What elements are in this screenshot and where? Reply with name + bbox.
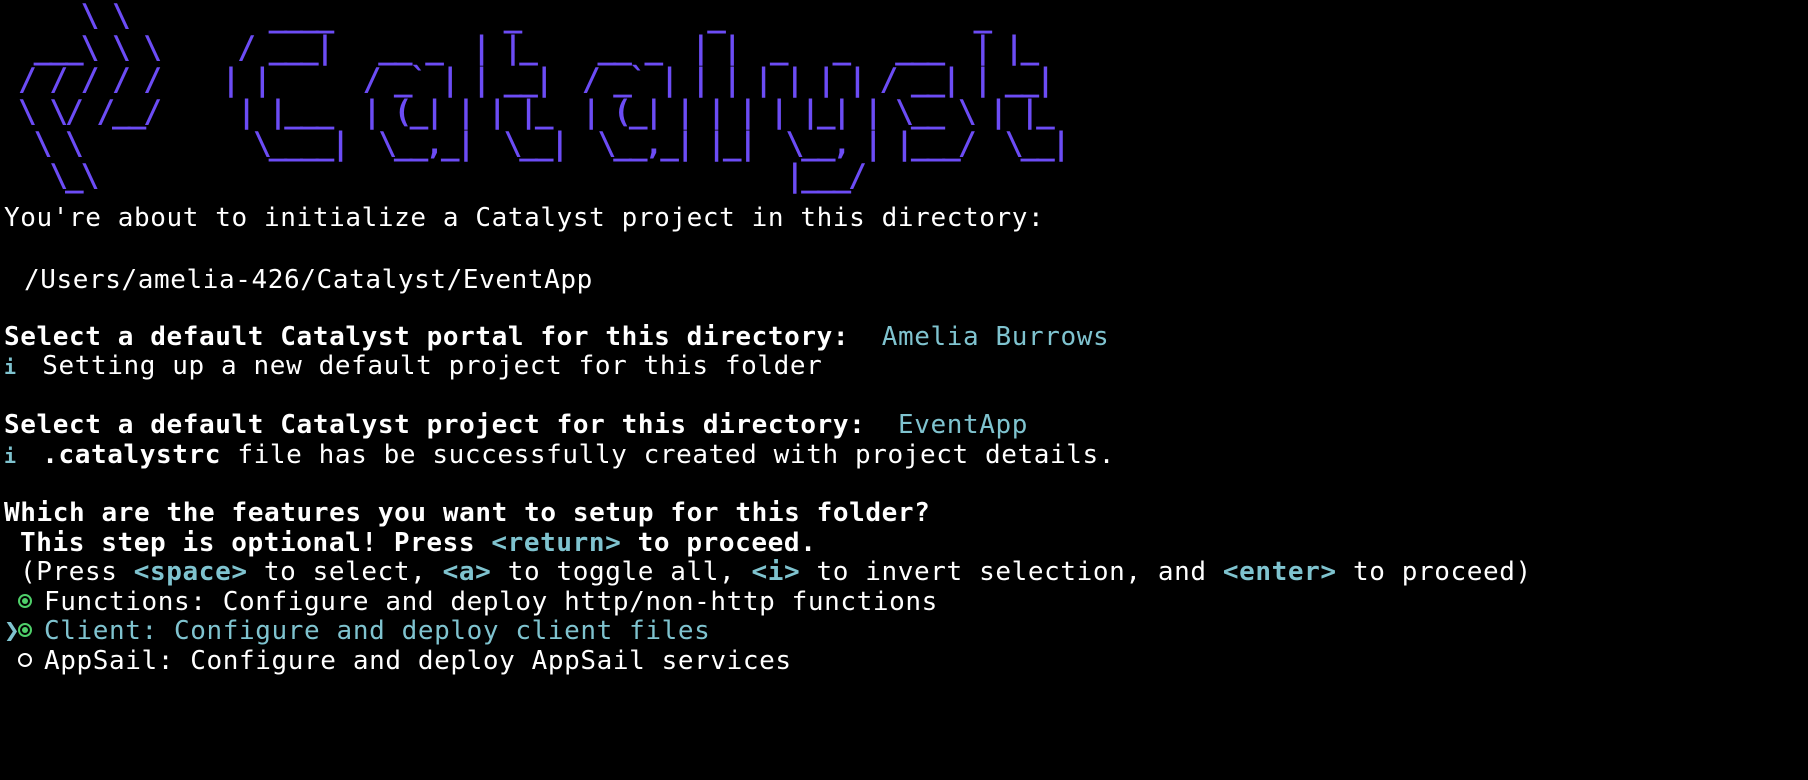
help-text: to toggle all, bbox=[507, 557, 736, 587]
project-answer: EventApp bbox=[897, 410, 1028, 440]
feature-option-appsail[interactable]: AppSail: Configure and deploy AppSail se… bbox=[4, 644, 792, 678]
i-key-hint: <i> bbox=[751, 557, 801, 587]
directory-path: /Users/amelia-426/Catalyst/EventApp bbox=[24, 265, 593, 295]
help-text: (Press bbox=[20, 557, 118, 587]
optional-note-tail: to proceed. bbox=[637, 528, 817, 558]
catalystrc-filename: .catalystrc bbox=[42, 440, 222, 470]
feature-option-label: Client: Configure and deploy client file… bbox=[44, 616, 711, 646]
portal-info-text: Setting up a new default project for thi… bbox=[42, 351, 823, 381]
radio-unselected-icon bbox=[18, 652, 32, 667]
project-info-text: file has be successfully created with pr… bbox=[237, 440, 1116, 470]
return-key-hint: <return> bbox=[491, 528, 622, 558]
catalyst-ascii-logo: \ \ ____ _ _ _ ___\ \ \ / ___| __ _ | |_… bbox=[18, 0, 1070, 194]
feature-option-label: Functions: Configure and deploy http/non… bbox=[44, 587, 938, 617]
a-key-hint: <a> bbox=[442, 557, 492, 587]
help-text: to select, bbox=[263, 557, 427, 587]
enter-key-hint: <enter> bbox=[1222, 557, 1337, 587]
portal-prompt: Select a default Catalyst portal for thi… bbox=[4, 322, 850, 352]
help-text: to proceed) bbox=[1352, 557, 1532, 587]
terminal-window: \ \ ____ _ _ _ ___\ \ \ / ___| __ _ | |_… bbox=[0, 0, 1808, 780]
radio-selected-icon bbox=[18, 622, 32, 637]
info-icon: i bbox=[4, 444, 17, 468]
info-icon: i bbox=[4, 355, 17, 379]
project-info-line: i .catalystrc file has be successfully c… bbox=[4, 438, 1115, 473]
feature-option-client[interactable]: ❯ Client: Configure and deploy client fil… bbox=[4, 614, 710, 648]
optional-note-text: This step is optional! Press bbox=[20, 528, 476, 558]
features-question: Which are the features you want to setup… bbox=[4, 498, 931, 528]
intro-message: You're about to initialize a Catalyst pr… bbox=[4, 203, 1045, 233]
pointer-icon: ❯ bbox=[4, 616, 21, 646]
feature-option-label: AppSail: Configure and deploy AppSail se… bbox=[44, 646, 792, 676]
selection-help: (Press <space> to select, <a> to toggle … bbox=[20, 555, 1532, 589]
project-prompt: Select a default Catalyst project for th… bbox=[4, 410, 866, 440]
portal-answer: Amelia Burrows bbox=[881, 322, 1110, 352]
project-prompt-line: Select a default Catalyst project for th… bbox=[4, 408, 1028, 442]
space-key-hint: <space> bbox=[133, 557, 248, 587]
help-text: to invert selection, and bbox=[816, 557, 1207, 587]
portal-info-line: i Setting up a new default project for t… bbox=[4, 349, 822, 384]
radio-selected-icon bbox=[18, 593, 32, 608]
